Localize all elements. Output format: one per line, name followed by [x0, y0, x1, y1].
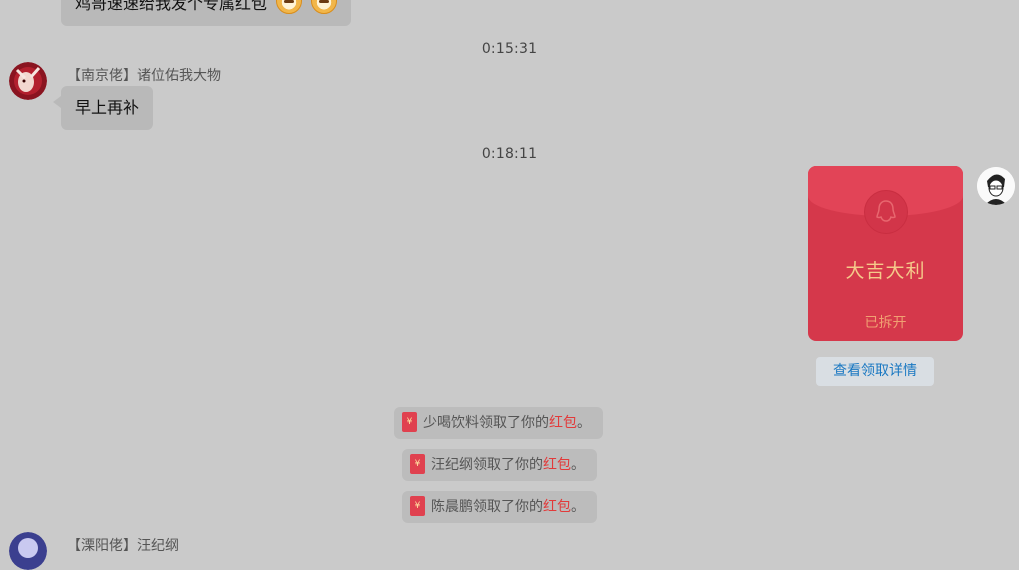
notice-text: 领取了你的: [479, 415, 549, 431]
claim-notice: 少喝饮料领取了你的红包。: [394, 407, 603, 439]
avatar[interactable]: [9, 532, 47, 570]
message-text: 早上再补: [75, 98, 140, 117]
avatar-self[interactable]: [977, 167, 1015, 205]
claim-notice: 陈晨鹏领取了你的红包。: [402, 491, 597, 523]
avatar[interactable]: [9, 62, 47, 100]
red-packet-link[interactable]: 红包: [543, 499, 571, 515]
red-packet-icon: [410, 496, 425, 516]
penguin-icon: [864, 190, 908, 234]
doge-emoji-icon: [311, 0, 338, 14]
claimer-name: 少喝饮料: [423, 415, 479, 431]
claim-notice: 汪纪纲领取了你的红包。: [402, 449, 597, 481]
timestamp: 0:15:31: [481, 41, 538, 57]
red-packet-icon: [410, 454, 425, 474]
notice-end: 。: [577, 415, 591, 431]
claimer-name: 汪纪纲: [431, 457, 473, 473]
notice-text: 领取了你的: [473, 499, 543, 515]
red-packet-link[interactable]: 红包: [543, 457, 571, 473]
red-packet-card[interactable]: 大吉大利 已拆开: [808, 166, 963, 341]
message-bubble[interactable]: 早上再补: [61, 86, 154, 130]
red-packet-title: 大吉大利: [845, 260, 926, 282]
doge-emoji-icon: [276, 0, 303, 14]
timestamp: 0:18:11: [481, 146, 538, 162]
red-packet-status: 已拆开: [864, 315, 907, 331]
claimer-name: 陈晨鹏: [431, 499, 473, 515]
red-packet-icon: [402, 412, 417, 432]
bubble-tail: [53, 96, 61, 108]
view-details-button[interactable]: 查看领取详情: [816, 357, 934, 386]
notice-end: 。: [571, 457, 585, 473]
message-text: 鸡哥速速给我发个专属红包: [75, 0, 268, 13]
sender-name: 【溧阳佬】汪纪纲: [67, 538, 179, 554]
red-packet-link[interactable]: 红包: [549, 415, 577, 431]
notice-end: 。: [571, 499, 585, 515]
notice-text: 领取了你的: [473, 457, 543, 473]
sender-name: 【南京佬】诸位佑我大物: [67, 68, 221, 84]
message-bubble-top: 鸡哥速速给我发个专属红包: [61, 0, 352, 26]
